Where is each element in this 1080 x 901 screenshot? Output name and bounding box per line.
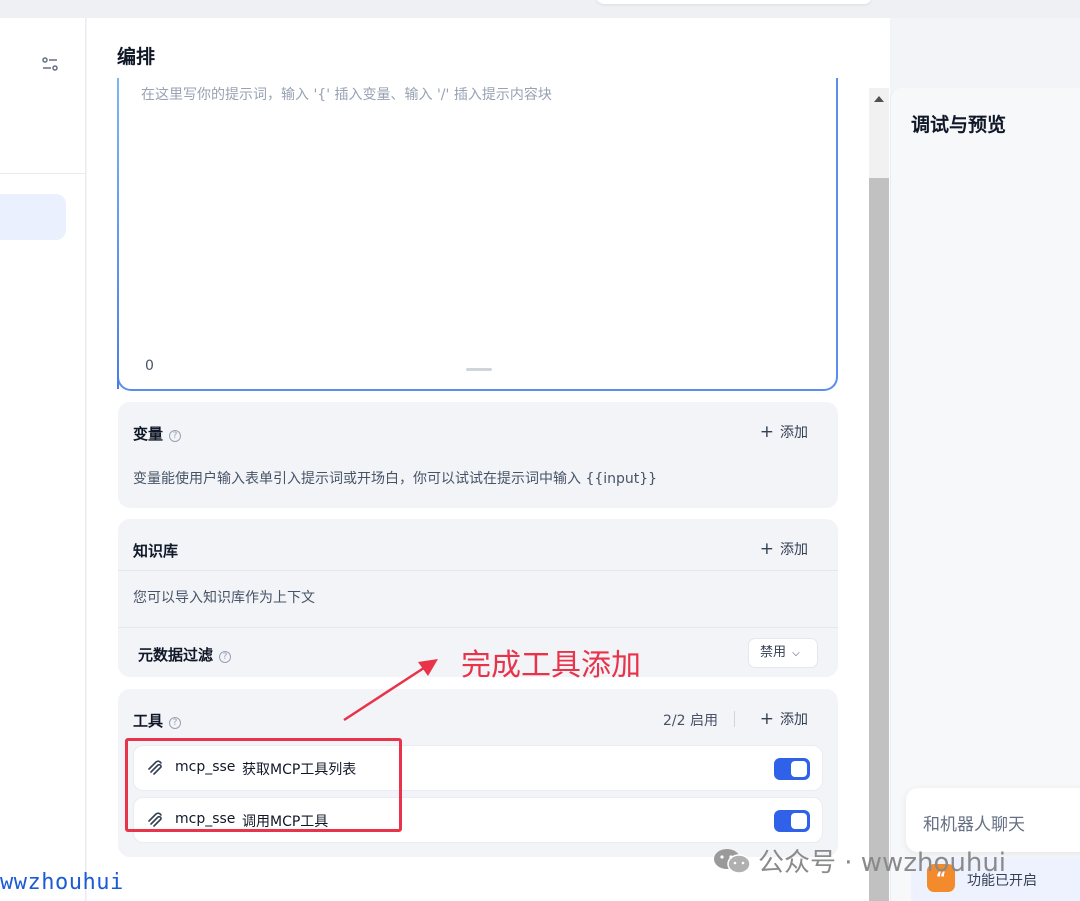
prompt-placeholder: 在这里写你的提示词，输入 '{' 插入变量、输入 '/' 插入提示内容块 <box>141 87 552 103</box>
tool-enable-toggle[interactable] <box>774 810 810 832</box>
left-sidebar <box>0 18 86 901</box>
tools-header-divider <box>734 711 735 727</box>
tools-enabled-count: 2/2 启用 <box>663 713 718 729</box>
variables-card: 变量? + 添加 变量能使用户输入表单引入提示词或开场白，你可以试试在提示词中输入… <box>118 402 838 508</box>
main-scrollbar[interactable] <box>869 88 889 901</box>
settings-sliders-icon[interactable] <box>40 54 60 74</box>
knowledge-divider <box>118 627 838 628</box>
tools-title: 工具? <box>133 710 182 731</box>
metadata-filter-select[interactable]: 禁用 ⌵ <box>748 638 818 668</box>
sidebar-item-active[interactable] <box>0 194 66 240</box>
annotation-text: 完成工具添加 <box>461 648 641 683</box>
scroll-up-icon[interactable] <box>874 96 884 102</box>
chat-input-placeholder: 和机器人聊天 <box>923 815 1025 835</box>
help-icon[interactable]: ? <box>169 430 182 442</box>
plus-icon: + <box>759 709 774 729</box>
tools-title-text: 工具 <box>133 712 164 730</box>
variables-title: 变量? <box>133 423 182 444</box>
add-knowledge-label: 添加 <box>780 542 808 558</box>
watermark-right-text: 公众号 · wwzhouhui <box>758 848 1007 878</box>
wechat-icon <box>714 849 751 874</box>
variables-description: 变量能使用户输入表单引入提示词或开场白，你可以试试在提示词中输入 {{input… <box>133 471 658 487</box>
top-strip <box>0 0 1080 18</box>
variables-title-text: 变量 <box>133 425 164 443</box>
add-tool-label: 添加 <box>780 712 808 728</box>
watermark-left: wwzhouhui <box>0 870 124 895</box>
metadata-filter-label: 元数据过滤? <box>138 644 232 665</box>
metadata-filter-value: 禁用 <box>760 645 787 660</box>
panel-background <box>891 88 1080 901</box>
annotation-arrow-icon <box>343 659 438 722</box>
plus-icon: + <box>759 539 774 559</box>
debug-preview-panel: 调试与预览 和机器人聊天 “ 功能已开启 <box>890 88 1080 901</box>
top-bar-pill <box>596 0 872 4</box>
knowledge-divider <box>118 570 838 571</box>
help-icon[interactable]: ? <box>219 651 232 663</box>
knowledge-title: 知识库 <box>133 542 179 560</box>
page-title: 编排 <box>117 46 156 68</box>
knowledge-description: 您可以导入知识库作为上下文 <box>133 590 315 606</box>
chevron-down-icon: ⌵ <box>792 648 800 659</box>
add-tool-button[interactable]: + 添加 <box>760 709 808 729</box>
add-variable-label: 添加 <box>780 425 808 441</box>
add-variable-button[interactable]: + 添加 <box>760 422 808 442</box>
add-knowledge-button[interactable]: + 添加 <box>760 539 808 559</box>
prompt-char-count: 0 <box>145 358 154 374</box>
tool-enable-toggle[interactable] <box>774 758 810 780</box>
plus-icon: + <box>759 422 774 442</box>
watermark-right: 公众号 · wwzhouhui <box>712 842 1006 879</box>
prompt-editor[interactable]: 在这里写你的提示词，输入 '{' 插入变量、输入 '/' 插入提示内容块 0 <box>117 78 838 391</box>
metadata-filter-text: 元数据过滤 <box>138 646 214 664</box>
debug-preview-title: 调试与预览 <box>911 114 1007 136</box>
help-icon[interactable]: ? <box>169 717 182 729</box>
sidebar-divider <box>0 173 86 174</box>
resize-handle[interactable] <box>466 368 492 371</box>
scrollbar-thumb[interactable] <box>869 178 889 901</box>
annotation-highlight-box <box>125 738 402 832</box>
